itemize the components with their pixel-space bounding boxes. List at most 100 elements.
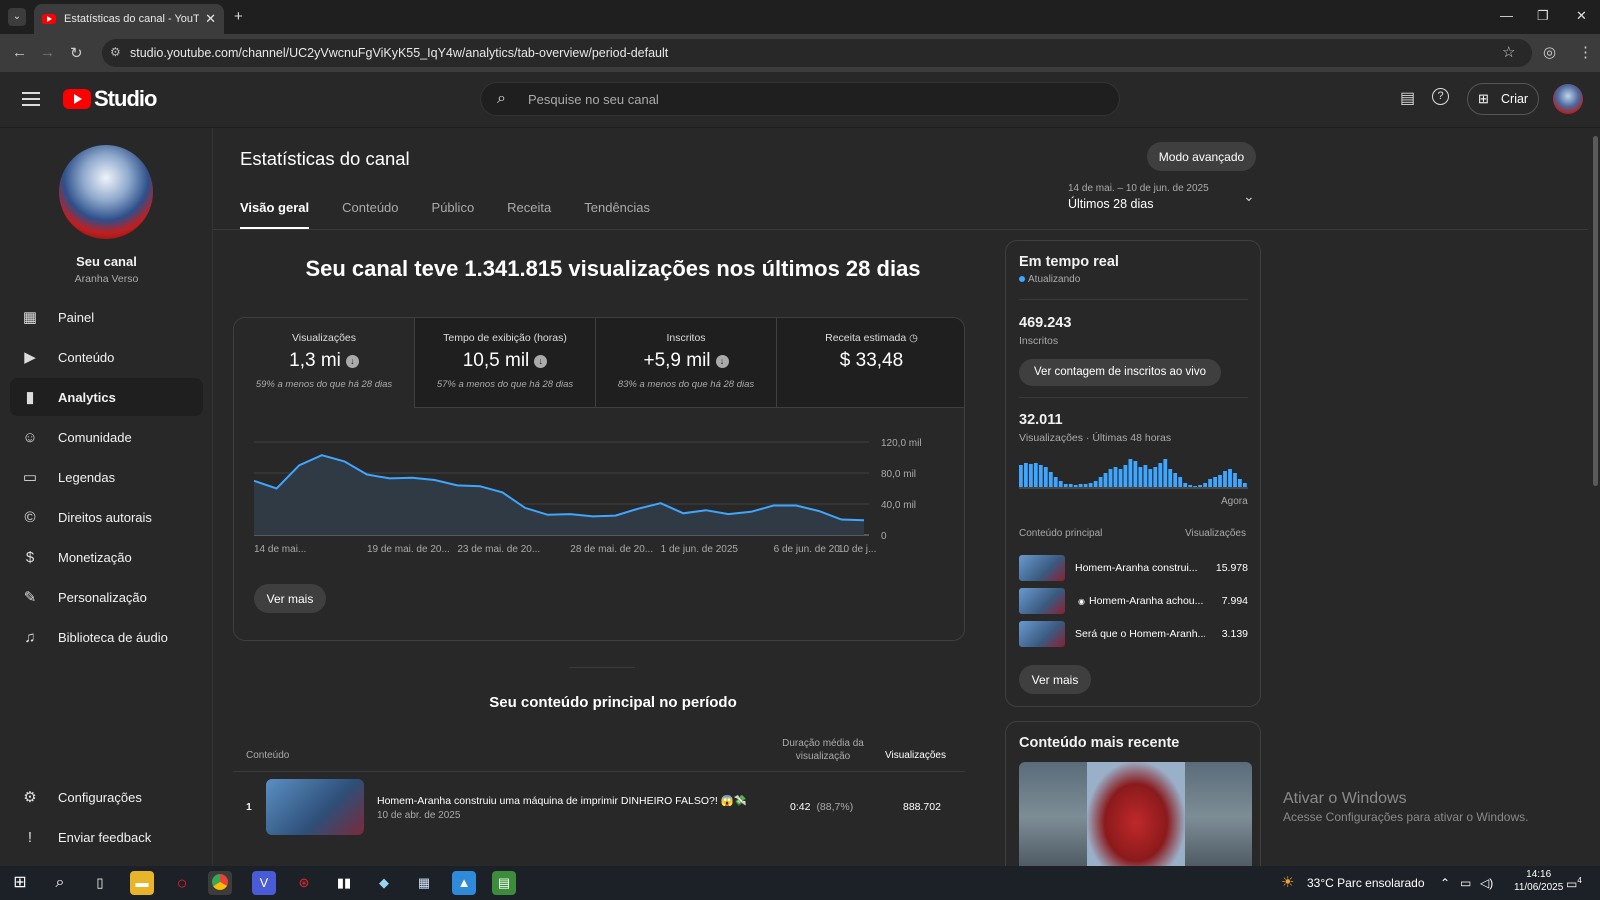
- metric-subscribers[interactable]: Inscritos +5,9 mil ↓ 83% a menos do que h…: [596, 318, 777, 408]
- sidebar-item-configuracoes[interactable]: ⚙ Configurações: [10, 778, 203, 816]
- header-duration[interactable]: Duração média da visualização: [773, 737, 873, 763]
- search-input[interactable]: ⌕ Pesquise no seu canal: [480, 82, 1120, 116]
- forward-icon[interactable]: →: [40, 44, 55, 61]
- video-thumbnail[interactable]: [266, 779, 364, 835]
- sidebar-item-direitos-autorais[interactable]: © Direitos autorais: [10, 498, 203, 536]
- chevron-up-icon[interactable]: ⌃: [1440, 876, 1450, 890]
- network-icon[interactable]: ▭: [1460, 876, 1471, 890]
- sidebar-item-monetizacao[interactable]: $ Monetização: [10, 538, 203, 576]
- chrome-icon[interactable]: [208, 871, 232, 895]
- bookmark-star-icon[interactable]: ☆: [1502, 43, 1515, 61]
- metric-views[interactable]: Visualizações 1,3 mi ↓ 59% a menos do que…: [234, 318, 415, 408]
- channel-title[interactable]: Seu canal: [0, 254, 213, 269]
- spreadsheet-icon[interactable]: ▤: [492, 871, 516, 895]
- volume-icon[interactable]: ◁): [1480, 876, 1493, 890]
- clock-icon: ◷: [909, 333, 918, 344]
- menu-icon[interactable]: [22, 92, 40, 106]
- calculator-icon[interactable]: ▦: [412, 871, 436, 895]
- notes-icon[interactable]: ◆: [372, 871, 396, 895]
- app-icon[interactable]: ⊛: [292, 871, 316, 895]
- now-label: Agora: [1221, 496, 1248, 507]
- sidebar-item-label: Direitos autorais: [58, 509, 152, 525]
- video-thumbnail[interactable]: [1019, 621, 1065, 647]
- reload-icon[interactable]: ↻: [70, 44, 83, 62]
- metric-value: 10,5 mil: [462, 350, 530, 371]
- tab-tendencias[interactable]: Tendências: [584, 200, 650, 229]
- realtime-bar: [1148, 469, 1153, 487]
- video-title[interactable]: Homem-Aranha construi...: [1075, 562, 1205, 574]
- account-avatar[interactable]: [1553, 84, 1583, 114]
- url-field[interactable]: ⚙ studio.youtube.com/channel/UC2yVwcnuFg…: [102, 39, 1532, 67]
- notifications-icon[interactable]: ▭4: [1566, 876, 1582, 891]
- realtime-views: 32.011: [1019, 412, 1063, 428]
- scrollbar[interactable]: [1592, 128, 1600, 866]
- table-divider: [233, 771, 965, 772]
- tab-search-icon[interactable]: ⌄: [8, 8, 26, 26]
- sidebar-item-painel[interactable]: ▦ Painel: [10, 298, 203, 336]
- advanced-mode-button[interactable]: Modo avançado: [1147, 142, 1256, 171]
- profile-icon[interactable]: ◎: [1543, 43, 1556, 61]
- metric-subtext: 83% a menos do que há 28 dias: [617, 379, 755, 390]
- weather-text[interactable]: 33°C Parc ensolarado: [1307, 876, 1425, 890]
- browser-tab[interactable]: Estatísticas do canal - YouTube ✕: [34, 4, 224, 34]
- y-tick-label: 40,0 mil: [881, 500, 916, 511]
- back-icon[interactable]: ←: [12, 44, 27, 61]
- create-button[interactable]: ⊞ Criar: [1467, 83, 1539, 115]
- new-tab-icon[interactable]: +: [234, 8, 243, 25]
- sidebar-item-conteudo[interactable]: ▶ Conteúdo: [10, 338, 203, 376]
- header-views[interactable]: Visualizações: [885, 750, 946, 761]
- video-thumbnail[interactable]: [1019, 588, 1065, 614]
- windows-start-icon[interactable]: ⊞: [8, 871, 32, 895]
- date-period[interactable]: Últimos 28 dias: [1068, 197, 1153, 211]
- metric-watch-time[interactable]: Tempo de exibição (horas) 10,5 mil ↓ 57% …: [415, 318, 596, 408]
- tab-receita[interactable]: Receita: [507, 200, 551, 229]
- sidebar-item-biblioteca-audio[interactable]: ♫ Biblioteca de áudio: [10, 618, 203, 656]
- sidebar-item-personalizacao[interactable]: ✎ Personalização: [10, 578, 203, 616]
- close-tab-icon[interactable]: ✕: [205, 11, 216, 27]
- search-placeholder: Pesquise no seu canal: [528, 92, 659, 107]
- browser-menu-icon[interactable]: ⋮: [1578, 43, 1593, 61]
- windows-watermark-title: Ativar o Windows: [1283, 790, 1407, 807]
- live-count-button[interactable]: Ver contagem de inscritos ao vivo: [1019, 359, 1221, 386]
- site-settings-icon[interactable]: ⚙: [110, 45, 121, 59]
- search-icon[interactable]: ⌕: [48, 871, 72, 895]
- sidebar-item-legendas[interactable]: ▭ Legendas: [10, 458, 203, 496]
- metric-revenue[interactable]: Receita estimada ◷ $ 33,48: [777, 318, 964, 408]
- top-content-title: Seu conteúdo principal no período: [489, 694, 737, 711]
- scrollbar-thumb[interactable]: [1593, 136, 1598, 486]
- realtime-bar: [1063, 484, 1068, 487]
- vivaldi-icon[interactable]: V: [252, 871, 276, 895]
- tab-visao-geral[interactable]: Visão geral: [240, 200, 310, 229]
- video-thumbnail[interactable]: [1019, 555, 1065, 581]
- video-title[interactable]: ◉ Homem-Aranha achou...: [1078, 595, 1208, 607]
- minimize-icon[interactable]: —: [1500, 8, 1513, 23]
- weather-icon[interactable]: ☀: [1281, 873, 1294, 891]
- see-more-button[interactable]: Ver mais: [254, 584, 326, 613]
- audio-app-icon[interactable]: ▮▮: [332, 871, 356, 895]
- comments-icon[interactable]: ▤: [1400, 88, 1415, 108]
- help-icon[interactable]: ?: [1432, 88, 1449, 105]
- opera-icon[interactable]: ○: [170, 871, 194, 895]
- realtime-bar: [1038, 465, 1043, 487]
- studio-logo[interactable]: Studio: [63, 86, 157, 112]
- tab-conteudo[interactable]: Conteúdo: [342, 200, 398, 229]
- sidebar-item-analytics[interactable]: ▮ Analytics: [10, 378, 203, 416]
- restore-icon[interactable]: ❐: [1537, 8, 1549, 24]
- sidebar-item-comunidade[interactable]: ☺ Comunidade: [10, 418, 203, 456]
- see-more-button[interactable]: Ver mais: [1019, 665, 1091, 694]
- sidebar-item-feedback[interactable]: ! Enviar feedback: [10, 818, 203, 856]
- channel-avatar[interactable]: [59, 145, 153, 239]
- clock[interactable]: 14:16 11/06/2025: [1514, 869, 1563, 893]
- task-view-icon[interactable]: ▯: [88, 871, 112, 895]
- file-explorer-icon[interactable]: ▬: [130, 871, 154, 895]
- chevron-down-icon[interactable]: ⌄: [1243, 188, 1255, 205]
- realtime-bar: [1083, 484, 1088, 487]
- video-title[interactable]: Será que o Homem-Aranh...: [1075, 628, 1205, 640]
- recent-video-thumbnail[interactable]: [1019, 762, 1252, 872]
- tab-publico[interactable]: Público: [432, 200, 475, 229]
- overview-card: Visualizações 1,3 mi ↓ 59% a menos do que…: [233, 317, 965, 641]
- close-window-icon[interactable]: ✕: [1576, 8, 1587, 24]
- date-range[interactable]: 14 de mai. – 10 de jun. de 2025: [1068, 183, 1209, 194]
- video-title[interactable]: Homem-Aranha construiu uma máquina de im…: [377, 794, 747, 807]
- paint-icon[interactable]: ▲: [452, 871, 476, 895]
